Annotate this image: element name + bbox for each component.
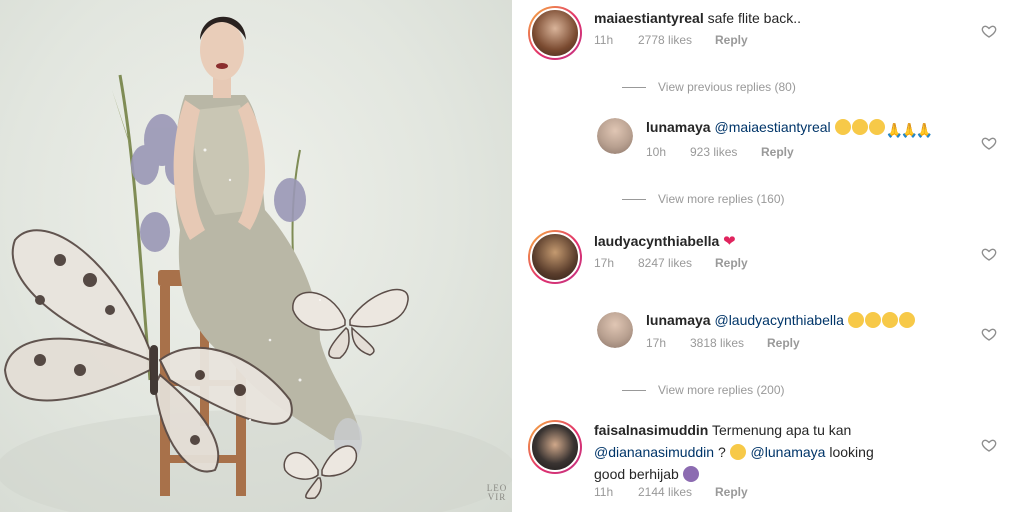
comment-likes[interactable]: 3818 likes bbox=[690, 336, 767, 350]
comment-body: safe flite back.. bbox=[707, 10, 802, 26]
comment-username[interactable]: laudyacynthiabella bbox=[594, 233, 719, 249]
comment-meta: 17h 3818 likes Reply bbox=[646, 336, 800, 350]
comment-time: 17h bbox=[646, 336, 667, 350]
heart-outline-icon[interactable] bbox=[981, 246, 997, 262]
divider-line bbox=[622, 86, 646, 88]
comment-meta: 10h 923 likes Reply bbox=[646, 145, 794, 159]
comment-text: faisalnasimuddin Termenung apa tu kan @d… bbox=[594, 419, 974, 485]
view-replies-label[interactable]: View previous replies (80) bbox=[658, 80, 796, 94]
comment-meta: 17h 8247 likes Reply bbox=[594, 256, 748, 270]
avatar-laudyacynthiabella[interactable] bbox=[528, 230, 582, 284]
hijab-emoji bbox=[682, 466, 699, 482]
comment-time: 10h bbox=[646, 145, 667, 159]
comment-body: ? bbox=[714, 444, 730, 460]
heart-outline-icon[interactable] bbox=[981, 437, 997, 453]
emoji bbox=[729, 444, 746, 460]
comment-meta: 11h 2144 likes Reply bbox=[594, 485, 748, 499]
reply-text: lunamaya @laudyacynthiabella bbox=[646, 310, 986, 331]
heart-outline-icon[interactable] bbox=[981, 135, 997, 151]
comment-body: looking bbox=[825, 444, 874, 460]
comment-likes[interactable]: 8247 likes bbox=[638, 256, 715, 270]
comment-username[interactable]: maiaestiantyreal bbox=[594, 10, 704, 26]
avatar-faisalnasimuddin[interactable] bbox=[528, 420, 582, 474]
reply-button[interactable]: Reply bbox=[761, 145, 794, 159]
reply-button[interactable]: Reply bbox=[715, 256, 748, 270]
view-more-replies[interactable]: View more replies (160) bbox=[622, 192, 785, 206]
red-heart-emoji: ❤ bbox=[723, 233, 736, 250]
comment-username[interactable]: lunamaya bbox=[646, 312, 711, 328]
reply-button[interactable]: Reply bbox=[767, 336, 800, 350]
view-more-replies[interactable]: View more replies (200) bbox=[622, 383, 785, 397]
view-previous-replies[interactable]: View previous replies (80) bbox=[622, 80, 796, 94]
reply-button[interactable]: Reply bbox=[715, 33, 748, 47]
comment-time: 11h bbox=[594, 485, 614, 499]
view-replies-label[interactable]: View more replies (200) bbox=[658, 383, 785, 397]
avatar-lunamaya[interactable] bbox=[597, 118, 633, 154]
post-photo: LEO VIR bbox=[0, 0, 512, 512]
comment-text: maiaestiantyreal safe flite back.. bbox=[594, 8, 974, 29]
emoji-row bbox=[847, 312, 916, 328]
mention-link[interactable]: @lunamaya bbox=[751, 444, 826, 460]
comment-text: laudyacynthiabella ❤ bbox=[594, 231, 974, 252]
mention-link[interactable]: @maiaestiantyreal bbox=[714, 119, 830, 135]
mention-link[interactable]: @laudyacynthiabella bbox=[714, 312, 843, 328]
divider-line bbox=[622, 389, 646, 391]
comment-body: good berhijab bbox=[594, 466, 679, 482]
comment-username[interactable]: lunamaya bbox=[646, 119, 711, 135]
reply-text: lunamaya @maiaestiantyreal 🙏🙏🙏 bbox=[646, 117, 986, 138]
view-replies-label[interactable]: View more replies (160) bbox=[658, 192, 785, 206]
comment-likes[interactable]: 923 likes bbox=[690, 145, 761, 159]
comment-body: Termenung apa tu kan bbox=[712, 422, 852, 438]
comment-time: 17h bbox=[594, 256, 615, 270]
comments-panel: maiaestiantyreal safe flite back.. 11h 2… bbox=[512, 0, 1024, 512]
emoji-row: 🙏🙏🙏 bbox=[834, 119, 933, 138]
comment-likes[interactable]: 2778 likes bbox=[638, 33, 715, 47]
reply-button[interactable]: Reply bbox=[715, 485, 748, 499]
heart-outline-icon[interactable] bbox=[981, 23, 997, 39]
comment-time: 11h bbox=[594, 33, 614, 47]
comment-username[interactable]: faisalnasimuddin bbox=[594, 422, 708, 438]
comment-likes[interactable]: 2144 likes bbox=[638, 485, 715, 499]
mention-link[interactable]: @diananasimuddin bbox=[594, 444, 714, 460]
avatar-maiaestiantyreal[interactable] bbox=[528, 6, 582, 60]
comment-meta: 11h 2778 likes Reply bbox=[594, 33, 748, 47]
avatar-lunamaya[interactable] bbox=[597, 312, 633, 348]
heart-outline-icon[interactable] bbox=[981, 326, 997, 342]
photo-illustration bbox=[0, 16, 512, 512]
divider-line bbox=[622, 198, 646, 200]
photographer-watermark: LEO VIR bbox=[486, 483, 508, 502]
